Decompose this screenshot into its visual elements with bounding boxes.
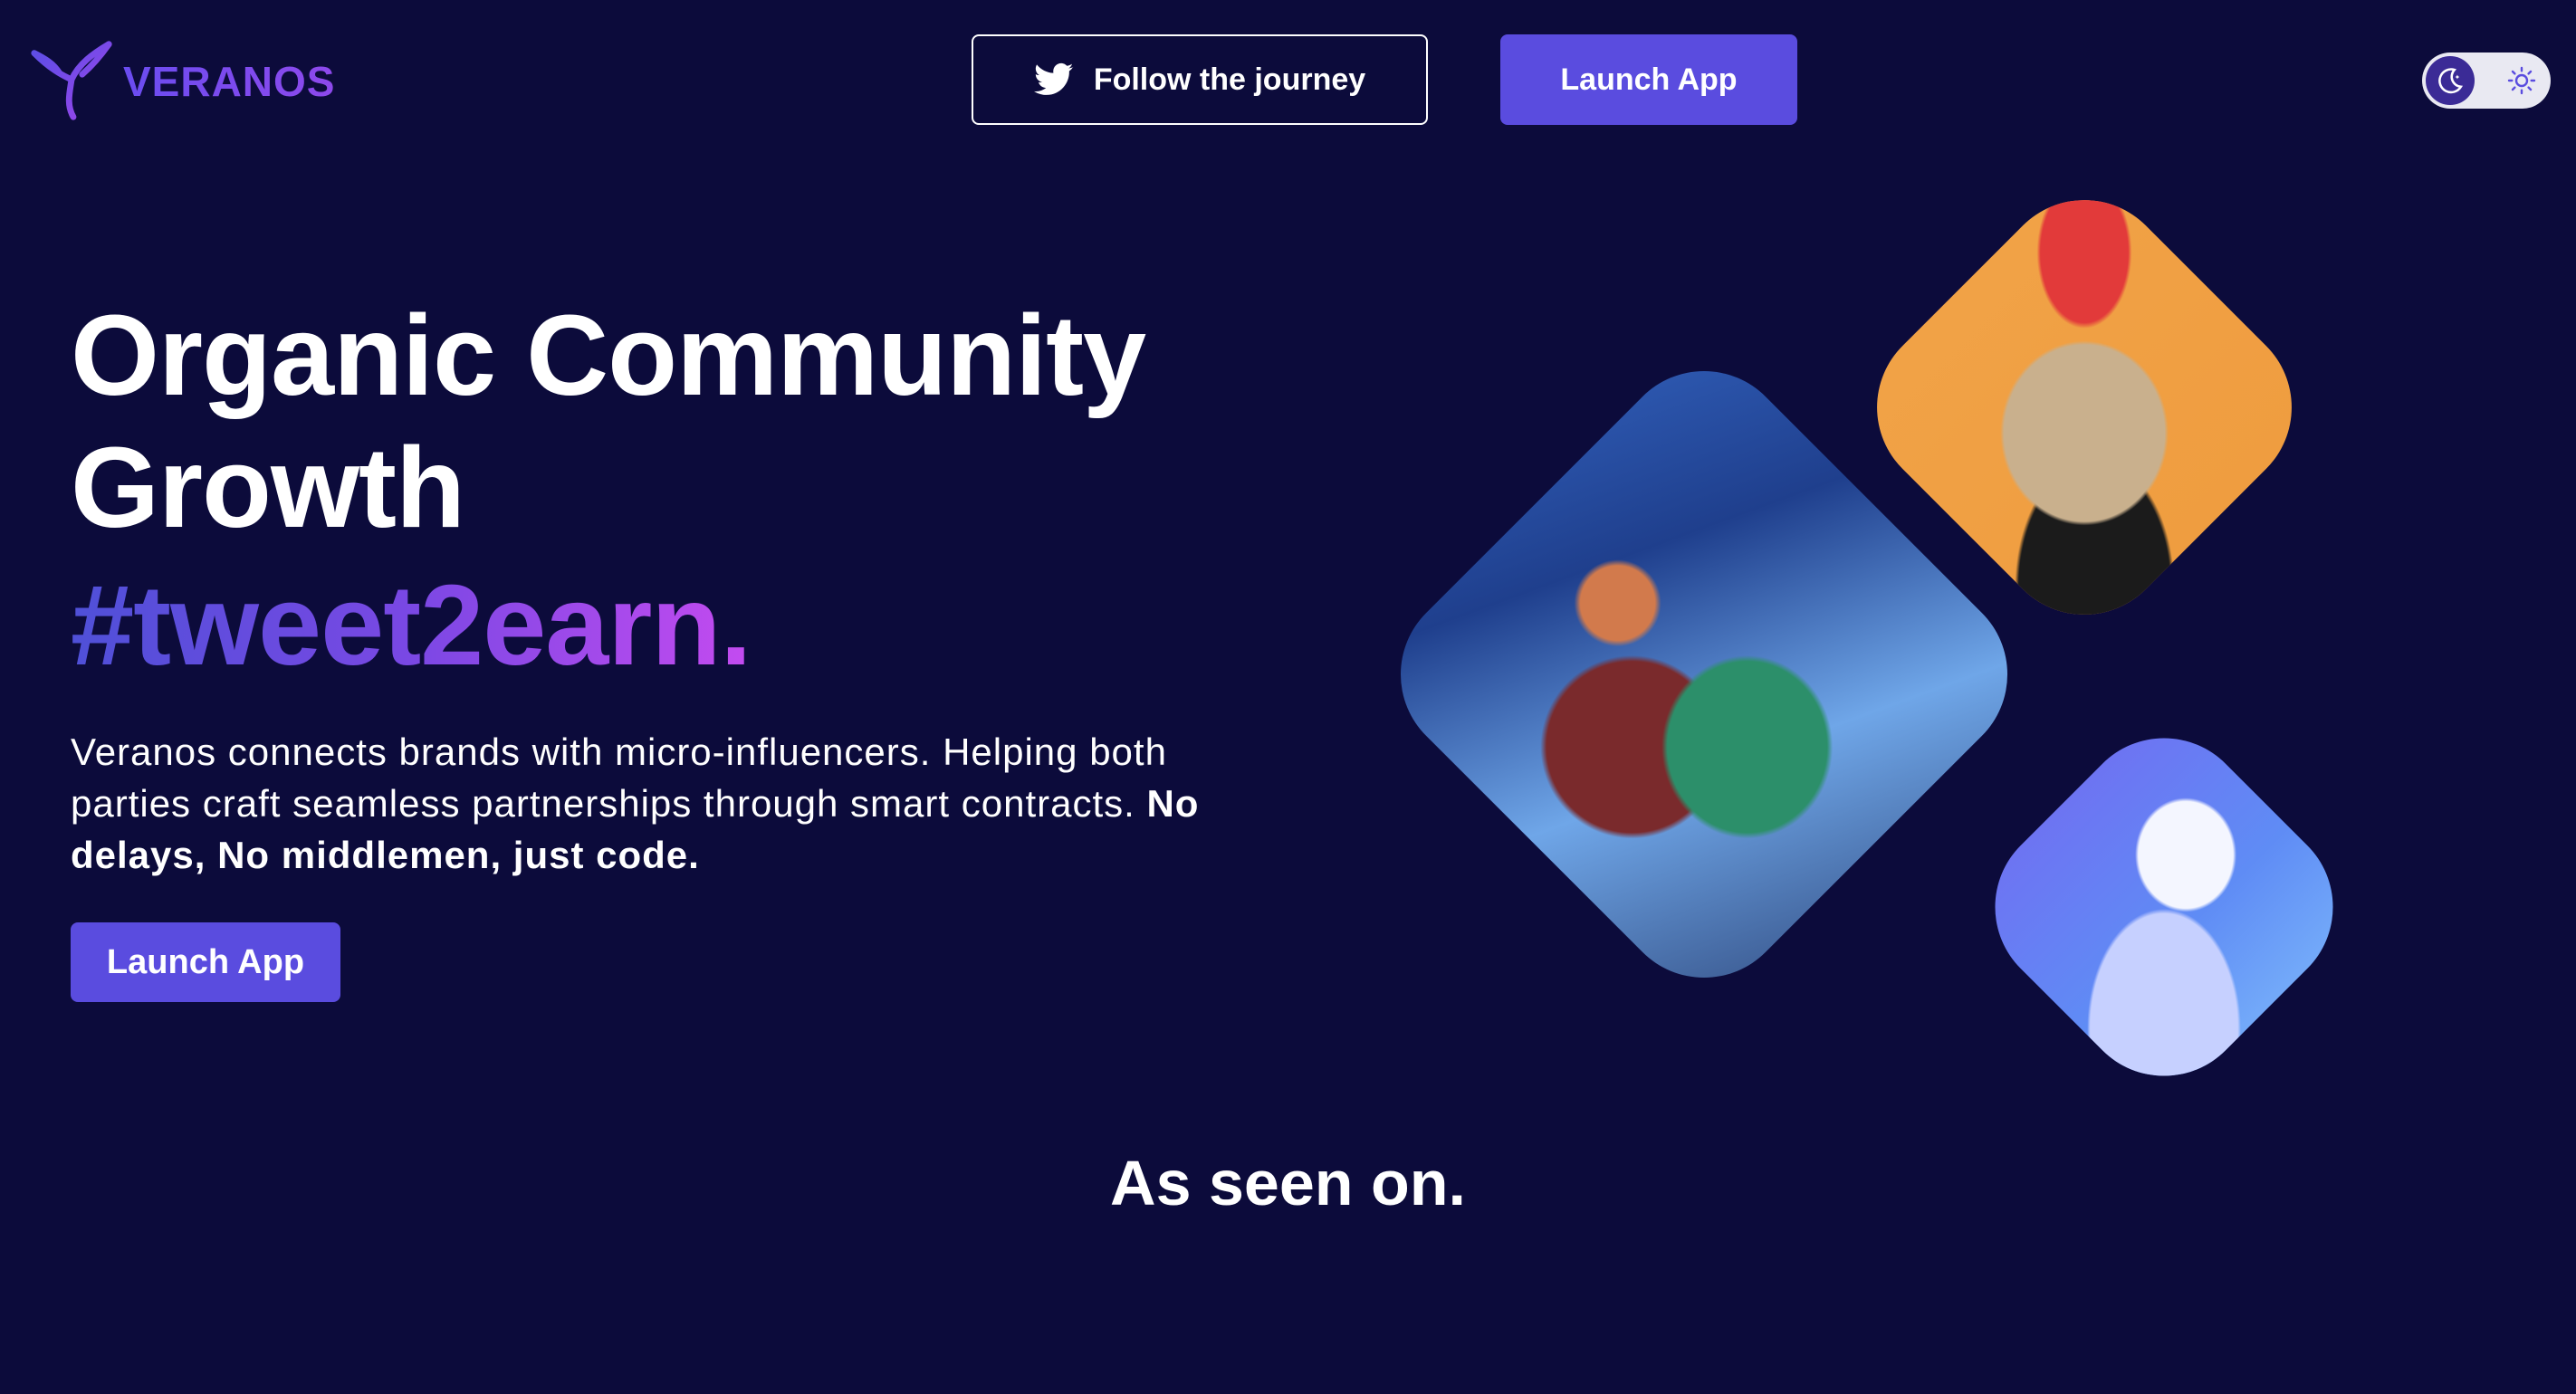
veranos-logo-icon [31, 41, 112, 120]
hero-title-line-1: Organic Community [71, 291, 1146, 419]
hero-title: Organic Community Growth [71, 290, 1146, 554]
launch-app-hero-button[interactable]: Launch App [71, 922, 340, 1002]
logo[interactable]: VERANOS [27, 36, 335, 127]
follow-journey-label: Follow the journey [1093, 62, 1366, 97]
hero-description: Veranos connects brands with micro-influ… [71, 726, 1248, 881]
sun-icon [2507, 66, 2536, 95]
logo-text: VERANOS [123, 58, 336, 105]
toggle-knob [2426, 56, 2475, 105]
vr-headset-image [1958, 702, 2370, 1112]
follow-journey-button[interactable]: Follow the journey [972, 34, 1428, 125]
as-seen-on-heading: As seen on. [1110, 1148, 1466, 1218]
hero-description-text: Veranos connects brands with micro-influ… [71, 730, 1167, 825]
hero-hashtag: #tweet2earn. [71, 559, 752, 692]
hero-title-line-2: Growth [71, 424, 465, 551]
moon-icon [2438, 68, 2464, 94]
twitter-icon [1033, 62, 1074, 95]
launch-app-header-button[interactable]: Launch App [1500, 34, 1797, 125]
theme-toggle[interactable] [2422, 53, 2551, 109]
